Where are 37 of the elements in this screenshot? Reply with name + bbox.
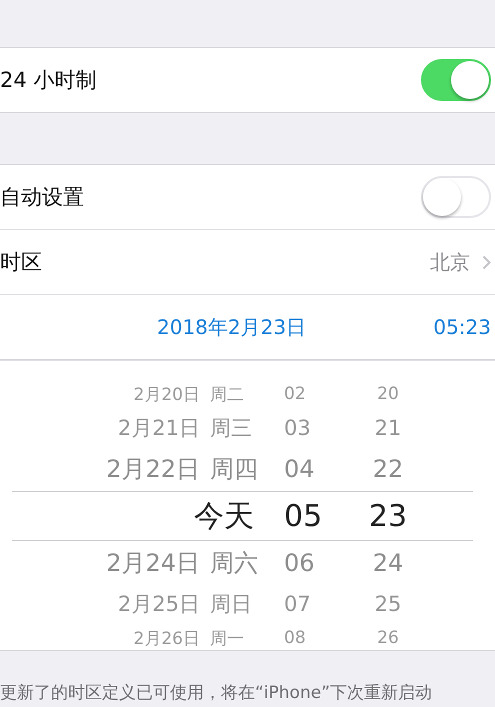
picker-minute: 20 <box>376 384 400 404</box>
picker-minute: 22 <box>372 455 404 483</box>
picker-weekday: 周三 <box>210 415 253 442</box>
picker-minute: 25 <box>374 592 402 616</box>
setting-label: 24 小时制 <box>0 67 96 94</box>
picker-date: 今天 <box>193 498 255 536</box>
picker-weekday: 周四 <box>210 454 259 485</box>
picker-minute: 24 <box>372 549 404 577</box>
picker-hour: 03 <box>284 416 312 440</box>
time-value[interactable]: 05:23 <box>433 315 491 339</box>
picker-weekday: 周日 <box>210 591 253 618</box>
picker-minute: 21 <box>374 416 402 440</box>
date-value[interactable]: 2018年2月23日 <box>157 314 306 340</box>
picker-date: 2月20日 <box>132 384 200 406</box>
picker-hour: 07 <box>284 592 312 616</box>
picker-weekday: 周六 <box>210 548 259 579</box>
picker-date: 2月22日 <box>105 454 200 485</box>
date-time-picker[interactable]: 2月20日 周二 02 20 2月21日 周三 03 21 2月22日 周四 04 22 今天 05 23 2月24日 周六 06 24 2月25日 周日 07 25 2月26日 周一 08 26 <box>0 360 495 650</box>
setting-label: 时区 <box>0 249 42 276</box>
picker-date: 2月21日 <box>116 415 200 442</box>
picker-hour: 04 <box>284 455 316 483</box>
picker-weekday: 周一 <box>210 628 245 650</box>
picker-hour: 05 <box>284 498 324 534</box>
picker-hour: 02 <box>284 384 307 404</box>
footer-note: 更新了的时区定义已可使用，将在“iPhone”下次重新启动 <box>0 682 433 704</box>
chevron-icon <box>482 254 491 270</box>
picker-hour: 06 <box>284 549 316 577</box>
setting-value: 北京 <box>430 248 470 276</box>
picker-date: 2月24日 <box>105 548 200 579</box>
picker-weekday: 周二 <box>210 384 245 406</box>
picker-minute: 26 <box>376 628 400 648</box>
picker-hour: 08 <box>284 628 307 648</box>
picker-minute: 23 <box>368 498 408 534</box>
toggle-switch[interactable] <box>421 59 491 101</box>
picker-date: 2月26日 <box>132 628 200 650</box>
setting-label: 自动设置 <box>0 184 84 211</box>
picker-date: 2月25日 <box>116 591 200 618</box>
